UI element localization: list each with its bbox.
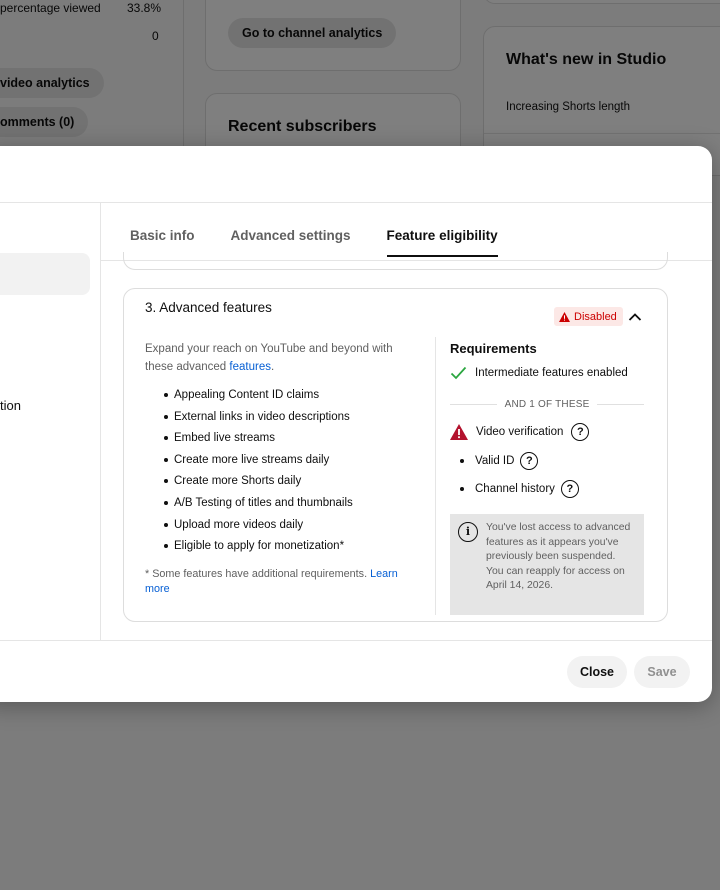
requirement-channel-history: Channel history ? xyxy=(450,480,579,498)
info-icon: i xyxy=(458,522,478,542)
video-details-dialog: tion Basic info Advanced settings Featur… xyxy=(0,146,712,702)
description-suffix: . xyxy=(270,361,275,373)
list-item: Create more Shorts daily xyxy=(164,473,353,495)
footnote: * Some features have additional requirem… xyxy=(145,567,410,597)
bullet xyxy=(460,459,464,463)
save-button[interactable]: Save xyxy=(634,656,690,688)
close-button[interactable]: Close xyxy=(567,656,627,688)
list-item: A/B Testing of titles and thumbnails xyxy=(164,495,353,517)
suspension-notice: i You've lost access to advanced feature… xyxy=(450,514,644,615)
divider xyxy=(597,403,645,405)
list-item: Eligible to apply for monetization* xyxy=(164,538,353,560)
help-icon[interactable]: ? xyxy=(560,480,579,498)
previous-card-edge xyxy=(123,252,668,270)
warning-icon xyxy=(559,311,570,322)
list-item: Create more live streams daily xyxy=(164,452,353,474)
footer-divider xyxy=(0,640,712,641)
requirement-valid-id: Valid ID ? xyxy=(450,452,539,470)
sidebar-item-partial[interactable]: tion xyxy=(0,398,21,413)
chevron-up-icon[interactable] xyxy=(627,309,643,325)
channel-history-label: Channel history xyxy=(475,483,555,495)
video-verification-label: Video verification xyxy=(476,426,564,438)
and-one-of-label: AND 1 OF THESE xyxy=(504,398,590,410)
column-divider xyxy=(435,337,436,615)
features-link[interactable]: features xyxy=(229,361,271,373)
list-item: External links in video descriptions xyxy=(164,409,353,431)
help-icon[interactable]: ? xyxy=(571,423,590,441)
check-icon xyxy=(450,366,467,380)
bullet xyxy=(460,487,464,491)
divider xyxy=(450,403,497,405)
list-item: Upload more videos daily xyxy=(164,517,353,539)
sidebar-divider xyxy=(100,203,101,640)
card-title: 3. Advanced features xyxy=(145,300,272,315)
footnote-text: * Some features have additional requirem… xyxy=(145,568,371,580)
warning-icon xyxy=(450,424,468,440)
and-one-of-separator: AND 1 OF THESE xyxy=(450,397,645,411)
feature-list: Appealing Content ID claims External lin… xyxy=(164,387,353,560)
requirements-title: Requirements xyxy=(450,341,537,356)
requirement-met-label: Intermediate features enabled xyxy=(475,367,628,379)
status-badge: Disabled xyxy=(554,307,623,326)
help-icon[interactable]: ? xyxy=(520,452,539,470)
requirement-met: Intermediate features enabled xyxy=(450,366,628,380)
requirement-video-verification: Video verification ? xyxy=(450,423,590,441)
sidebar-item-selected[interactable] xyxy=(0,253,90,295)
status-badge-label: Disabled xyxy=(574,310,617,323)
header-divider xyxy=(0,202,712,203)
list-item: Appealing Content ID claims xyxy=(164,387,353,409)
valid-id-label: Valid ID xyxy=(475,455,515,467)
card-description: Expand your reach on YouTube and beyond … xyxy=(145,340,405,376)
advanced-features-card: 3. Advanced features Disabled Expand you… xyxy=(123,288,668,622)
list-item: Embed live streams xyxy=(164,430,353,452)
notice-text: You've lost access to advanced features … xyxy=(486,522,631,591)
